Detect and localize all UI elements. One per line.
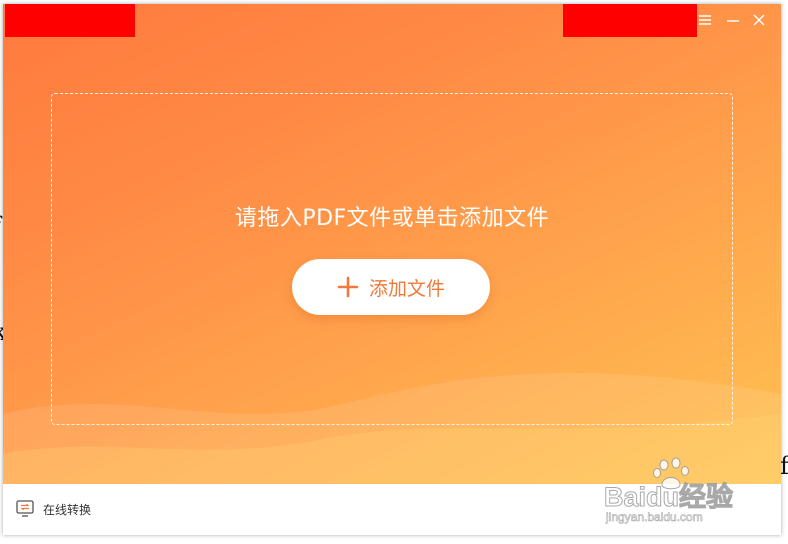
drop-area-background: 请拖入PDF文件或单击添加文件 添加文件 <box>3 4 781 484</box>
plus-icon <box>337 276 359 298</box>
watermark-main-text: Baidu经验 <box>603 482 734 513</box>
menu-button[interactable] <box>695 10 715 30</box>
close-button[interactable] <box>749 10 769 30</box>
add-file-button[interactable]: 添加文件 <box>292 259 490 315</box>
online-convert-label: 在线转换 <box>43 502 92 517</box>
desktop: f k l f <box>0 0 788 544</box>
watermark-url-text: jingyan.baidu.com <box>606 510 703 525</box>
minimize-button[interactable] <box>723 10 743 30</box>
online-convert-link[interactable]: 在线转换 <box>15 499 91 519</box>
minimize-icon <box>727 20 739 22</box>
background-glyph: f <box>780 452 788 480</box>
background-glyph: f <box>0 212 1 240</box>
account-area-redacted <box>563 4 697 37</box>
menu-icon <box>699 15 711 25</box>
drop-hint-text: 请拖入PDF文件或单击添加文件 <box>234 206 550 231</box>
convert-monitor-icon <box>15 499 35 519</box>
app-logo-redacted <box>5 4 135 37</box>
baidu-jingyan-watermark: Baidu经验 jingyan.baidu.com <box>600 455 760 535</box>
close-icon <box>753 14 765 26</box>
add-file-label: 添加文件 <box>368 277 445 300</box>
